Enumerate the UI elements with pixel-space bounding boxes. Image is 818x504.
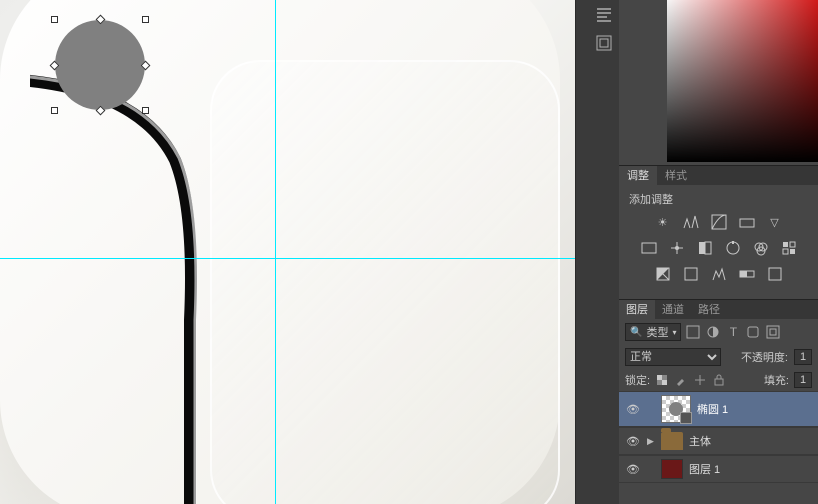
color-picker-panel bbox=[619, 0, 818, 165]
exposure-icon[interactable] bbox=[738, 213, 756, 231]
selective-color-icon[interactable] bbox=[766, 265, 784, 283]
lock-position-icon[interactable] bbox=[693, 373, 707, 387]
layer-name[interactable]: 主体 bbox=[689, 433, 818, 449]
invert-icon[interactable] bbox=[654, 265, 672, 283]
filter-type-label: 类型 bbox=[646, 324, 668, 340]
folder-icon bbox=[661, 432, 683, 450]
adjustments-tabs: 调整 样式 bbox=[619, 165, 818, 185]
vibrance-icon[interactable]: ▽ bbox=[766, 213, 784, 231]
opacity-value[interactable]: 1 bbox=[794, 349, 812, 365]
fill-label: 填充: bbox=[764, 372, 789, 388]
layer-item-group[interactable]: 👁 ▶ 主体 bbox=[619, 427, 818, 455]
layers-tabs: 图层 通道 路径 bbox=[619, 299, 818, 319]
expand-toggle[interactable]: ▶ bbox=[647, 436, 661, 447]
lock-label: 锁定: bbox=[625, 372, 650, 388]
channel-mixer-icon[interactable] bbox=[752, 239, 770, 257]
brightness-icon[interactable]: ☀ bbox=[654, 213, 672, 231]
add-adjustment-label: 添加调整 bbox=[629, 191, 808, 207]
visibility-toggle[interactable]: 👁 bbox=[619, 463, 647, 476]
search-icon: 🔍 bbox=[630, 327, 642, 338]
filter-adjustment-icon[interactable] bbox=[705, 324, 721, 340]
layer-thumbnail[interactable] bbox=[661, 395, 691, 423]
character-panel-icon[interactable] bbox=[595, 34, 613, 52]
gradient-map-icon[interactable] bbox=[738, 265, 756, 283]
color-balance-icon[interactable] bbox=[668, 239, 686, 257]
blend-mode-select[interactable]: 正常 bbox=[625, 348, 721, 366]
guide-horizontal[interactable] bbox=[0, 258, 575, 259]
selected-ellipse-shape[interactable] bbox=[55, 20, 145, 110]
canvas[interactable] bbox=[0, 0, 575, 504]
layer-blend-row: 正常 不透明度: 1 bbox=[619, 345, 818, 369]
layer-filter-type[interactable]: 🔍 类型 ▾ bbox=[625, 323, 681, 341]
levels-icon[interactable] bbox=[682, 213, 700, 231]
guide-vertical[interactable] bbox=[275, 0, 276, 504]
layer-name[interactable]: 图层 1 bbox=[689, 461, 818, 477]
layer-list: 👁 椭圆 1 👁 ▶ 主体 👁 图层 1 bbox=[619, 391, 818, 504]
transform-handle-sw[interactable] bbox=[51, 107, 58, 114]
tab-channels[interactable]: 通道 bbox=[655, 300, 691, 320]
transform-handle-ne[interactable] bbox=[142, 16, 149, 23]
tab-paths[interactable]: 路径 bbox=[691, 300, 727, 320]
layer-filter-bar: 🔍 类型 ▾ T bbox=[619, 319, 818, 345]
hue-icon[interactable] bbox=[640, 239, 658, 257]
artwork-inner-rect bbox=[210, 60, 560, 504]
tab-adjustments[interactable]: 调整 bbox=[619, 166, 657, 186]
black-white-icon[interactable] bbox=[696, 239, 714, 257]
color-lookup-icon[interactable] bbox=[780, 239, 798, 257]
lock-transparency-icon[interactable] bbox=[655, 373, 669, 387]
layer-lock-row: 锁定: 填充: 1 bbox=[619, 369, 818, 391]
paragraph-panel-icon[interactable] bbox=[595, 6, 613, 24]
right-panels: 调整 样式 添加调整 ☀ ▽ 图层 通道 路径 bbox=[619, 0, 818, 504]
layer-item-ellipse[interactable]: 👁 椭圆 1 bbox=[619, 391, 818, 427]
vector-mask-badge[interactable] bbox=[680, 412, 692, 424]
posterize-icon[interactable] bbox=[682, 265, 700, 283]
curves-icon[interactable] bbox=[710, 213, 728, 231]
transform-handle-se[interactable] bbox=[142, 107, 149, 114]
filter-pixel-icon[interactable] bbox=[685, 324, 701, 340]
lock-all-icon[interactable] bbox=[712, 373, 726, 387]
lock-paint-icon[interactable] bbox=[674, 373, 688, 387]
visibility-toggle[interactable]: 👁 bbox=[619, 435, 647, 448]
collapsed-panel-dock bbox=[589, 0, 619, 504]
photo-filter-icon[interactable] bbox=[724, 239, 742, 257]
color-field[interactable] bbox=[667, 0, 818, 162]
canvas-scrollbar-vertical[interactable] bbox=[575, 0, 589, 504]
dropdown-icon: ▾ bbox=[672, 328, 676, 337]
filter-smart-icon[interactable] bbox=[765, 324, 781, 340]
layer-name[interactable]: 椭圆 1 bbox=[697, 401, 818, 417]
opacity-label: 不透明度: bbox=[741, 349, 788, 365]
layer-thumbnail[interactable] bbox=[661, 459, 683, 479]
filter-type-icon[interactable]: T bbox=[725, 324, 741, 340]
fill-value[interactable]: 1 bbox=[794, 372, 812, 388]
visibility-toggle[interactable]: 👁 bbox=[619, 403, 647, 416]
tab-layers[interactable]: 图层 bbox=[619, 300, 655, 320]
filter-shape-icon[interactable] bbox=[745, 324, 761, 340]
layer-item-pixel[interactable]: 👁 图层 1 bbox=[619, 455, 818, 483]
adjustments-panel: 添加调整 ☀ ▽ bbox=[619, 185, 818, 299]
artwork-black-stroke bbox=[30, 70, 230, 504]
transform-handle-nw[interactable] bbox=[51, 16, 58, 23]
tab-styles[interactable]: 样式 bbox=[657, 166, 695, 186]
threshold-icon[interactable] bbox=[710, 265, 728, 283]
